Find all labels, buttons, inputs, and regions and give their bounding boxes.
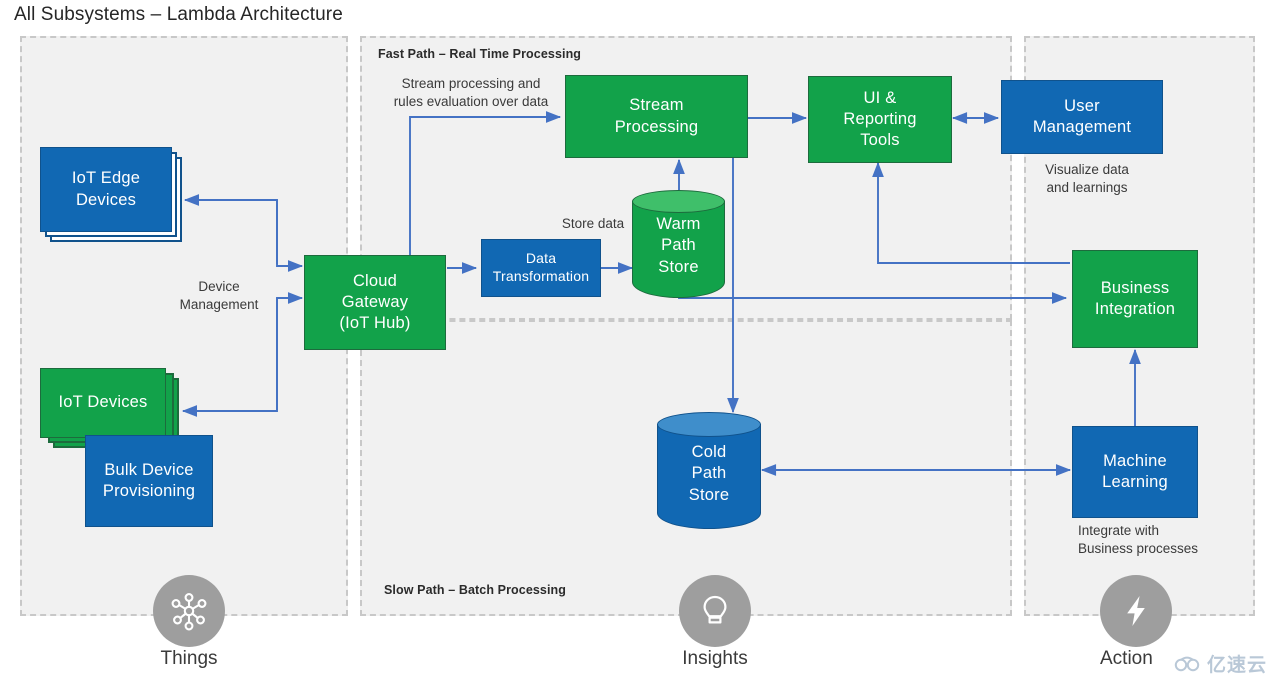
zone-fast-path-label: Fast Path – Real Time Processing	[378, 47, 582, 61]
network-nodes-icon	[171, 593, 207, 631]
zone-things	[20, 36, 348, 616]
lightning-bolt-icon	[1127, 596, 1145, 626]
persona-insights-circle	[679, 575, 751, 647]
store-data-label: Store data	[561, 216, 625, 231]
lightbulb-icon	[703, 595, 727, 624]
visualize-label: Visualize data and learnings	[1045, 162, 1129, 195]
page-title: All Subsystems – Lambda Architecture	[14, 4, 343, 25]
device-management-label: Device Management	[179, 279, 259, 312]
business-integration-node[interactable]: Business Integration	[1072, 250, 1198, 348]
persona-insights-label: Insights	[682, 648, 748, 669]
ui-reporting-tools-node[interactable]: UI & Reporting Tools	[808, 76, 952, 163]
zone-slow-path-label: Slow Path – Batch Processing	[384, 583, 567, 597]
cloud-gateway-node[interactable]: Cloud Gateway (IoT Hub)	[304, 255, 446, 350]
cold-path-store-node[interactable]: Cold Path Store	[657, 412, 761, 529]
user-management-node[interactable]: User Management	[1001, 80, 1163, 154]
machine-learning-node[interactable]: Machine Learning	[1072, 426, 1198, 518]
cold-path-store-label: Cold Path Store	[688, 443, 730, 504]
diagram-canvas: All Subsystems – Lambda Architecture Fas…	[0, 0, 1273, 681]
cloud-logo-icon	[1174, 656, 1200, 671]
bulk-device-provisioning-node[interactable]: Bulk Device Provisioning	[85, 435, 213, 527]
persona-things-circle	[153, 575, 225, 647]
watermark: 亿速云	[1173, 650, 1267, 677]
cold-path-store-top	[657, 412, 761, 437]
data-transformation-node[interactable]: Data Transformation	[481, 239, 601, 297]
iot-devices-node[interactable]: IoT Devices	[40, 368, 166, 438]
integrate-label: Integrate with Business processes	[1078, 523, 1199, 556]
persona-action-circle	[1100, 575, 1172, 647]
stream-processing-node[interactable]: Stream Processing	[565, 75, 748, 158]
persona-things-label: Things	[160, 648, 218, 669]
watermark-text: 亿速云	[1206, 655, 1267, 676]
warm-path-store-label: Warm Path Store	[656, 215, 701, 276]
iot-edge-devices-node[interactable]: IoT Edge Devices	[40, 147, 172, 232]
stream-rules-label: Stream processing and rules evaluation o…	[393, 76, 549, 109]
warm-path-store-top	[632, 190, 725, 213]
warm-path-store-node[interactable]: Warm Path Store	[632, 190, 725, 298]
